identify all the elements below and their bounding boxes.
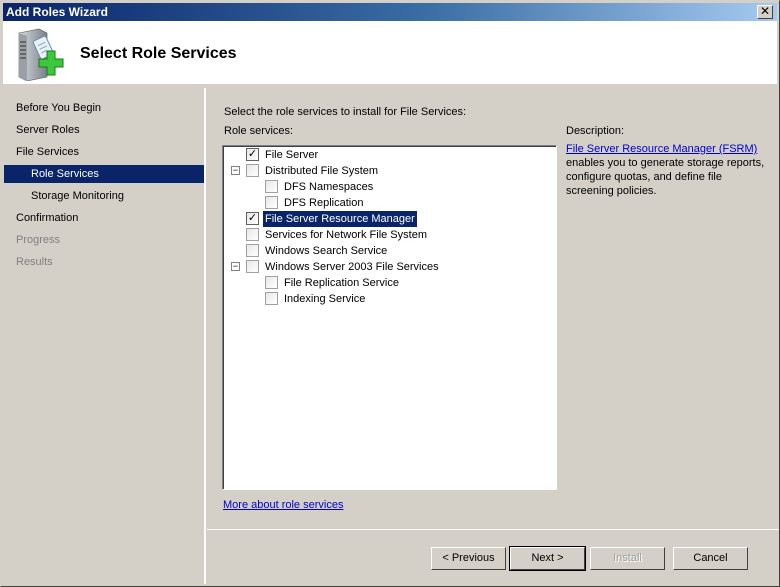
nav-item-progress: Progress xyxy=(16,234,61,246)
checkbox-unchecked[interactable] xyxy=(265,180,278,193)
install-button: Install xyxy=(590,547,665,570)
title-bar[interactable]: Add Roles Wizard ✕ xyxy=(3,3,777,21)
more-about-role-services-link[interactable]: More about role services xyxy=(223,499,343,511)
description-body: enables you to generate storage reports,… xyxy=(566,157,765,197)
close-icon: ✕ xyxy=(759,4,771,18)
window-title: Add Roles Wizard xyxy=(6,5,108,19)
checkbox-unchecked[interactable] xyxy=(246,228,259,241)
tree-item[interactable]: − Windows Server 2003 File Services xyxy=(223,259,553,275)
nav-item-role-services[interactable]: Role Services xyxy=(4,165,204,183)
tree-item[interactable]: DFS Replication xyxy=(223,195,553,211)
tree-item-label[interactable]: Distributed File System xyxy=(263,163,380,179)
close-button[interactable]: ✕ xyxy=(757,5,773,19)
tree-item-label[interactable]: File Server xyxy=(263,147,320,163)
nav-item-server-roles[interactable]: Server Roles xyxy=(4,121,204,139)
checkbox-unchecked[interactable] xyxy=(246,244,259,257)
tree-item-label[interactable]: File Server Resource Manager xyxy=(263,211,417,227)
nav-item-results: Results xyxy=(16,256,53,268)
checkbox-unchecked[interactable] xyxy=(265,196,278,209)
tree-item-label[interactable]: Windows Search Service xyxy=(263,243,389,259)
nav-item-confirmation[interactable]: Confirmation xyxy=(4,209,204,227)
fsrm-link[interactable]: File Server Resource Manager (FSRM) xyxy=(566,143,757,155)
tree-item-label[interactable]: DFS Replication xyxy=(282,195,365,211)
description-text: File Server Resource Manager (FSRM) enab… xyxy=(566,142,766,198)
collapse-icon[interactable]: − xyxy=(231,262,240,271)
collapse-icon[interactable]: − xyxy=(231,166,240,175)
wizard-header: Select Role Services xyxy=(3,21,777,84)
cancel-button[interactable]: Cancel xyxy=(673,547,748,570)
tree-item-label[interactable]: File Replication Service xyxy=(282,275,401,291)
add-roles-wizard-window: Add Roles Wizard ✕ Select Role Services … xyxy=(0,0,780,587)
tree-item[interactable]: File Replication Service xyxy=(223,275,553,291)
next-button[interactable]: Next > xyxy=(509,546,586,571)
tree-item-label[interactable]: Services for Network File System xyxy=(263,227,429,243)
checkbox-unchecked[interactable] xyxy=(246,260,259,273)
checkbox-unchecked[interactable] xyxy=(265,276,278,289)
tree-item[interactable]: Services for Network File System xyxy=(223,227,553,243)
tree-item[interactable]: ✓ File Server Resource Manager xyxy=(223,211,553,227)
main-content: Select the role services to install for … xyxy=(207,88,779,584)
previous-button[interactable]: < Previous xyxy=(431,547,506,570)
checkbox-checked[interactable]: ✓ xyxy=(246,148,259,161)
instruction-text: Select the role services to install for … xyxy=(224,106,467,118)
tree-item-label[interactable]: Indexing Service xyxy=(282,291,367,307)
checkbox-unchecked[interactable] xyxy=(246,164,259,177)
tree-item-label[interactable]: DFS Namespaces xyxy=(282,179,375,195)
wizard-steps-nav: Before You Begin Server Roles File Servi… xyxy=(3,88,206,584)
tree-item[interactable]: ✓ File Server xyxy=(223,147,553,163)
page-title: Select Role Services xyxy=(80,45,237,62)
tree-item-label[interactable]: Windows Server 2003 File Services xyxy=(263,259,441,275)
nav-item-before-you-begin[interactable]: Before You Begin xyxy=(4,99,204,117)
checkbox-checked[interactable]: ✓ xyxy=(246,212,259,225)
nav-item-storage-monitoring[interactable]: Storage Monitoring xyxy=(4,187,204,205)
nav-item-file-services[interactable]: File Services xyxy=(4,143,204,161)
tree-item[interactable]: − Distributed File System xyxy=(223,163,553,179)
tree-item[interactable]: Indexing Service xyxy=(223,291,553,307)
server-role-add-icon xyxy=(18,28,64,81)
description-label: Description: xyxy=(566,125,625,137)
checkbox-unchecked[interactable] xyxy=(265,292,278,305)
tree-item[interactable]: DFS Namespaces xyxy=(223,179,553,195)
tree-item[interactable]: Windows Search Service xyxy=(223,243,553,259)
role-services-label: Role services: xyxy=(224,125,294,137)
role-services-tree[interactable]: ✓ File Server − Distributed File System DFS … xyxy=(222,145,557,490)
footer-separator xyxy=(207,529,779,530)
